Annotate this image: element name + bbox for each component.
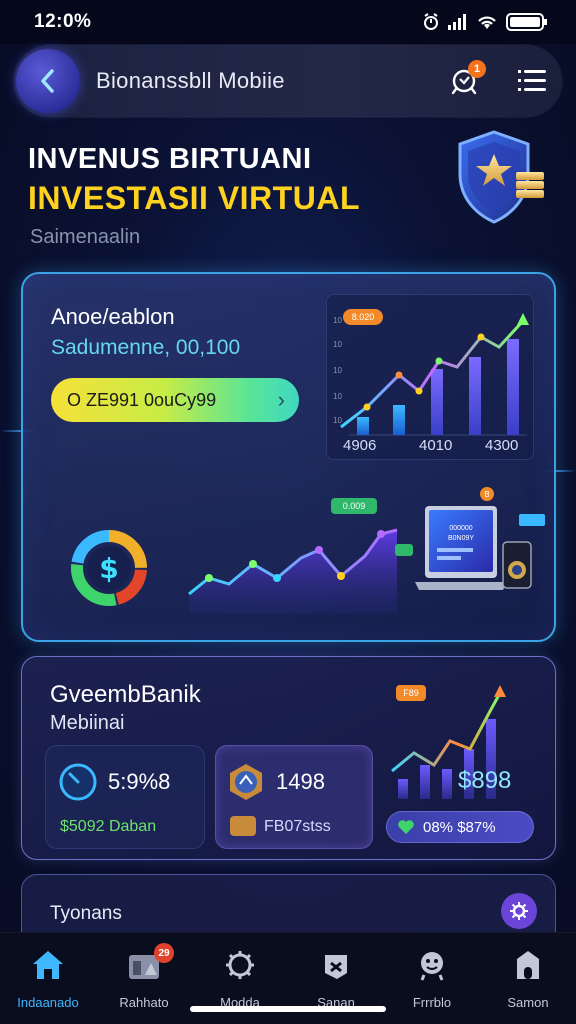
notification-badge: 1 — [468, 60, 486, 78]
status-bar: 12:0% — [0, 0, 576, 44]
card-title: GveembBanik — [50, 681, 201, 708]
svg-text:10: 10 — [333, 366, 342, 375]
nav-label: Indaanado — [17, 995, 79, 1010]
home-indicator — [190, 1006, 386, 1012]
hamburger-menu-icon — [518, 70, 546, 91]
chart-axis-label: 4300 — [485, 437, 519, 454]
hero-title: INVENUS BIRTUANI — [28, 143, 312, 175]
lower-chart-tag: 0.009 — [331, 498, 377, 514]
chart-value: $898 — [458, 767, 512, 794]
chart-tag: 8.020 — [343, 309, 383, 325]
card-title: Tyonans — [50, 903, 122, 924]
stat-value: 5:9%8 — [108, 769, 171, 794]
tag-icon — [230, 816, 256, 836]
app-title: Bionanssbll Mobiie — [96, 68, 285, 93]
bank-summary-card[interactable]: GveembBanik Mebiinai 5:9%8 $5092 Daban 1… — [21, 656, 556, 860]
status-time: 12:0% — [34, 11, 92, 32]
settings-icon[interactable] — [501, 893, 537, 929]
chart-axis-label: 4906 — [343, 437, 377, 454]
card-subtitle: Mebiinai — [50, 712, 125, 734]
growth-chart-panel: 10 10 10 10 10 8.020 4906 4010 4300 — [326, 294, 534, 460]
hero-subtitle: Saimenaalin — [30, 226, 141, 248]
investment-overview-card[interactable]: Anoe/eablon Sadumenne, 00,100 O ZE991 0o… — [21, 272, 556, 642]
nav-badge: 29 — [154, 943, 174, 963]
nav-item-profile[interactable]: Frrrblo — [384, 933, 480, 1024]
trade-icon — [318, 947, 354, 983]
gauge-icon — [59, 763, 97, 801]
alarm-icon — [424, 13, 438, 30]
nav-label: Samon — [507, 995, 549, 1010]
badge-medal-icon — [230, 764, 262, 800]
svg-text:10: 10 — [333, 416, 342, 425]
svg-text:10: 10 — [333, 340, 342, 349]
notifications-button[interactable]: 1 — [448, 60, 486, 98]
stat-footer: FB07stss — [264, 818, 331, 835]
nav-item-home[interactable]: Indaanado — [0, 933, 96, 1024]
heart-icon — [398, 820, 414, 834]
nav-item-portfolio[interactable]: 29 Rahhato — [96, 933, 192, 1024]
stat-value: 1498 — [276, 769, 325, 794]
stat-row: 1498 — [226, 762, 325, 802]
nav-label: Rahhato — [119, 995, 169, 1010]
chevron-right-icon: › — [277, 387, 285, 412]
action-pill-label: O ZE991 0ouCy99 — [67, 389, 217, 410]
change-pill[interactable]: 08% $87% — [386, 811, 534, 843]
chart-axis-label: 4010 — [419, 437, 453, 454]
laptop-phone-icon: 000000 B0N09Y B — [415, 487, 545, 590]
hero-title-highlight: INVESTASII VIRTUAL — [28, 180, 360, 216]
action-pill-button[interactable]: O ZE991 0ouCy99 › — [51, 378, 299, 422]
security-icon — [510, 947, 546, 983]
svg-text:B: B — [484, 490, 489, 499]
stat-tile[interactable]: 1498 FB07stss — [215, 745, 373, 849]
svg-text:10: 10 — [333, 316, 342, 325]
stat-row: 5:9%8 — [58, 762, 170, 802]
profile-icon — [414, 947, 450, 983]
home-icon — [30, 947, 66, 983]
chevron-left-icon — [41, 69, 54, 93]
stat-tile[interactable]: 5:9%8 $5092 Daban — [45, 745, 205, 849]
svg-text:10: 10 — [333, 392, 342, 401]
back-button[interactable] — [16, 49, 80, 113]
battery-icon — [506, 13, 547, 31]
wifi-icon — [478, 16, 496, 29]
dollar-donut-icon: $ — [71, 530, 147, 606]
card-title: Anoe/eablon — [51, 304, 175, 329]
app-actions: 1 — [448, 60, 546, 98]
change-label: 08% $87% — [423, 818, 496, 836]
app-bar: Bionanssbll Mobiie 1 — [14, 45, 562, 117]
svg-text:B0N09Y: B0N09Y — [448, 535, 474, 542]
menu-button[interactable] — [518, 69, 546, 93]
mini-chart-tag: F89 — [396, 685, 426, 701]
card-balance: Sadumenne, 00,100 — [51, 336, 241, 359]
donut-symbol: $ — [99, 552, 118, 585]
shield-icon — [458, 130, 544, 224]
gear-icon — [510, 902, 528, 920]
nav-label: Frrrblo — [412, 995, 452, 1010]
stat-footer: $5092 Daban — [60, 818, 157, 835]
nav-item-security[interactable]: Samon — [480, 933, 576, 1024]
market-icon — [222, 947, 258, 983]
status-icons — [422, 12, 548, 32]
svg-text:000000: 000000 — [449, 525, 472, 532]
signal-icon — [448, 14, 466, 30]
